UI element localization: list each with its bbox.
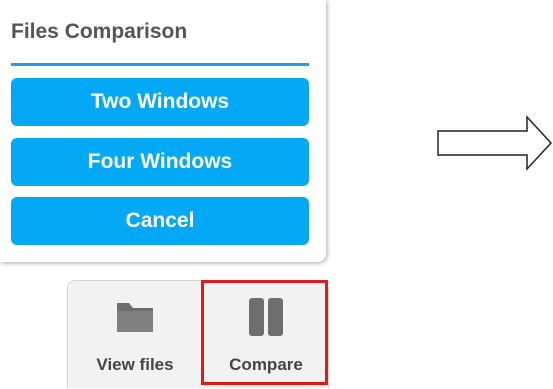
four-windows-button[interactable]: Four Windows (11, 138, 309, 186)
bottom-toolbar: View files Compare (67, 280, 329, 388)
files-comparison-popup: Files Comparison Two Windows Four Window… (0, 0, 326, 262)
title-divider (11, 63, 309, 66)
cancel-button[interactable]: Cancel (11, 197, 309, 245)
right-arrow-icon (437, 115, 553, 171)
split-view-icon (246, 295, 286, 339)
view-files-button[interactable]: View files (68, 281, 202, 389)
compare-button[interactable]: Compare (202, 281, 330, 389)
popup-title: Files Comparison (11, 20, 188, 43)
two-windows-button[interactable]: Two Windows (11, 78, 309, 126)
compare-label: Compare (229, 355, 303, 374)
folder-icon (115, 295, 155, 339)
view-files-label: View files (96, 355, 174, 374)
